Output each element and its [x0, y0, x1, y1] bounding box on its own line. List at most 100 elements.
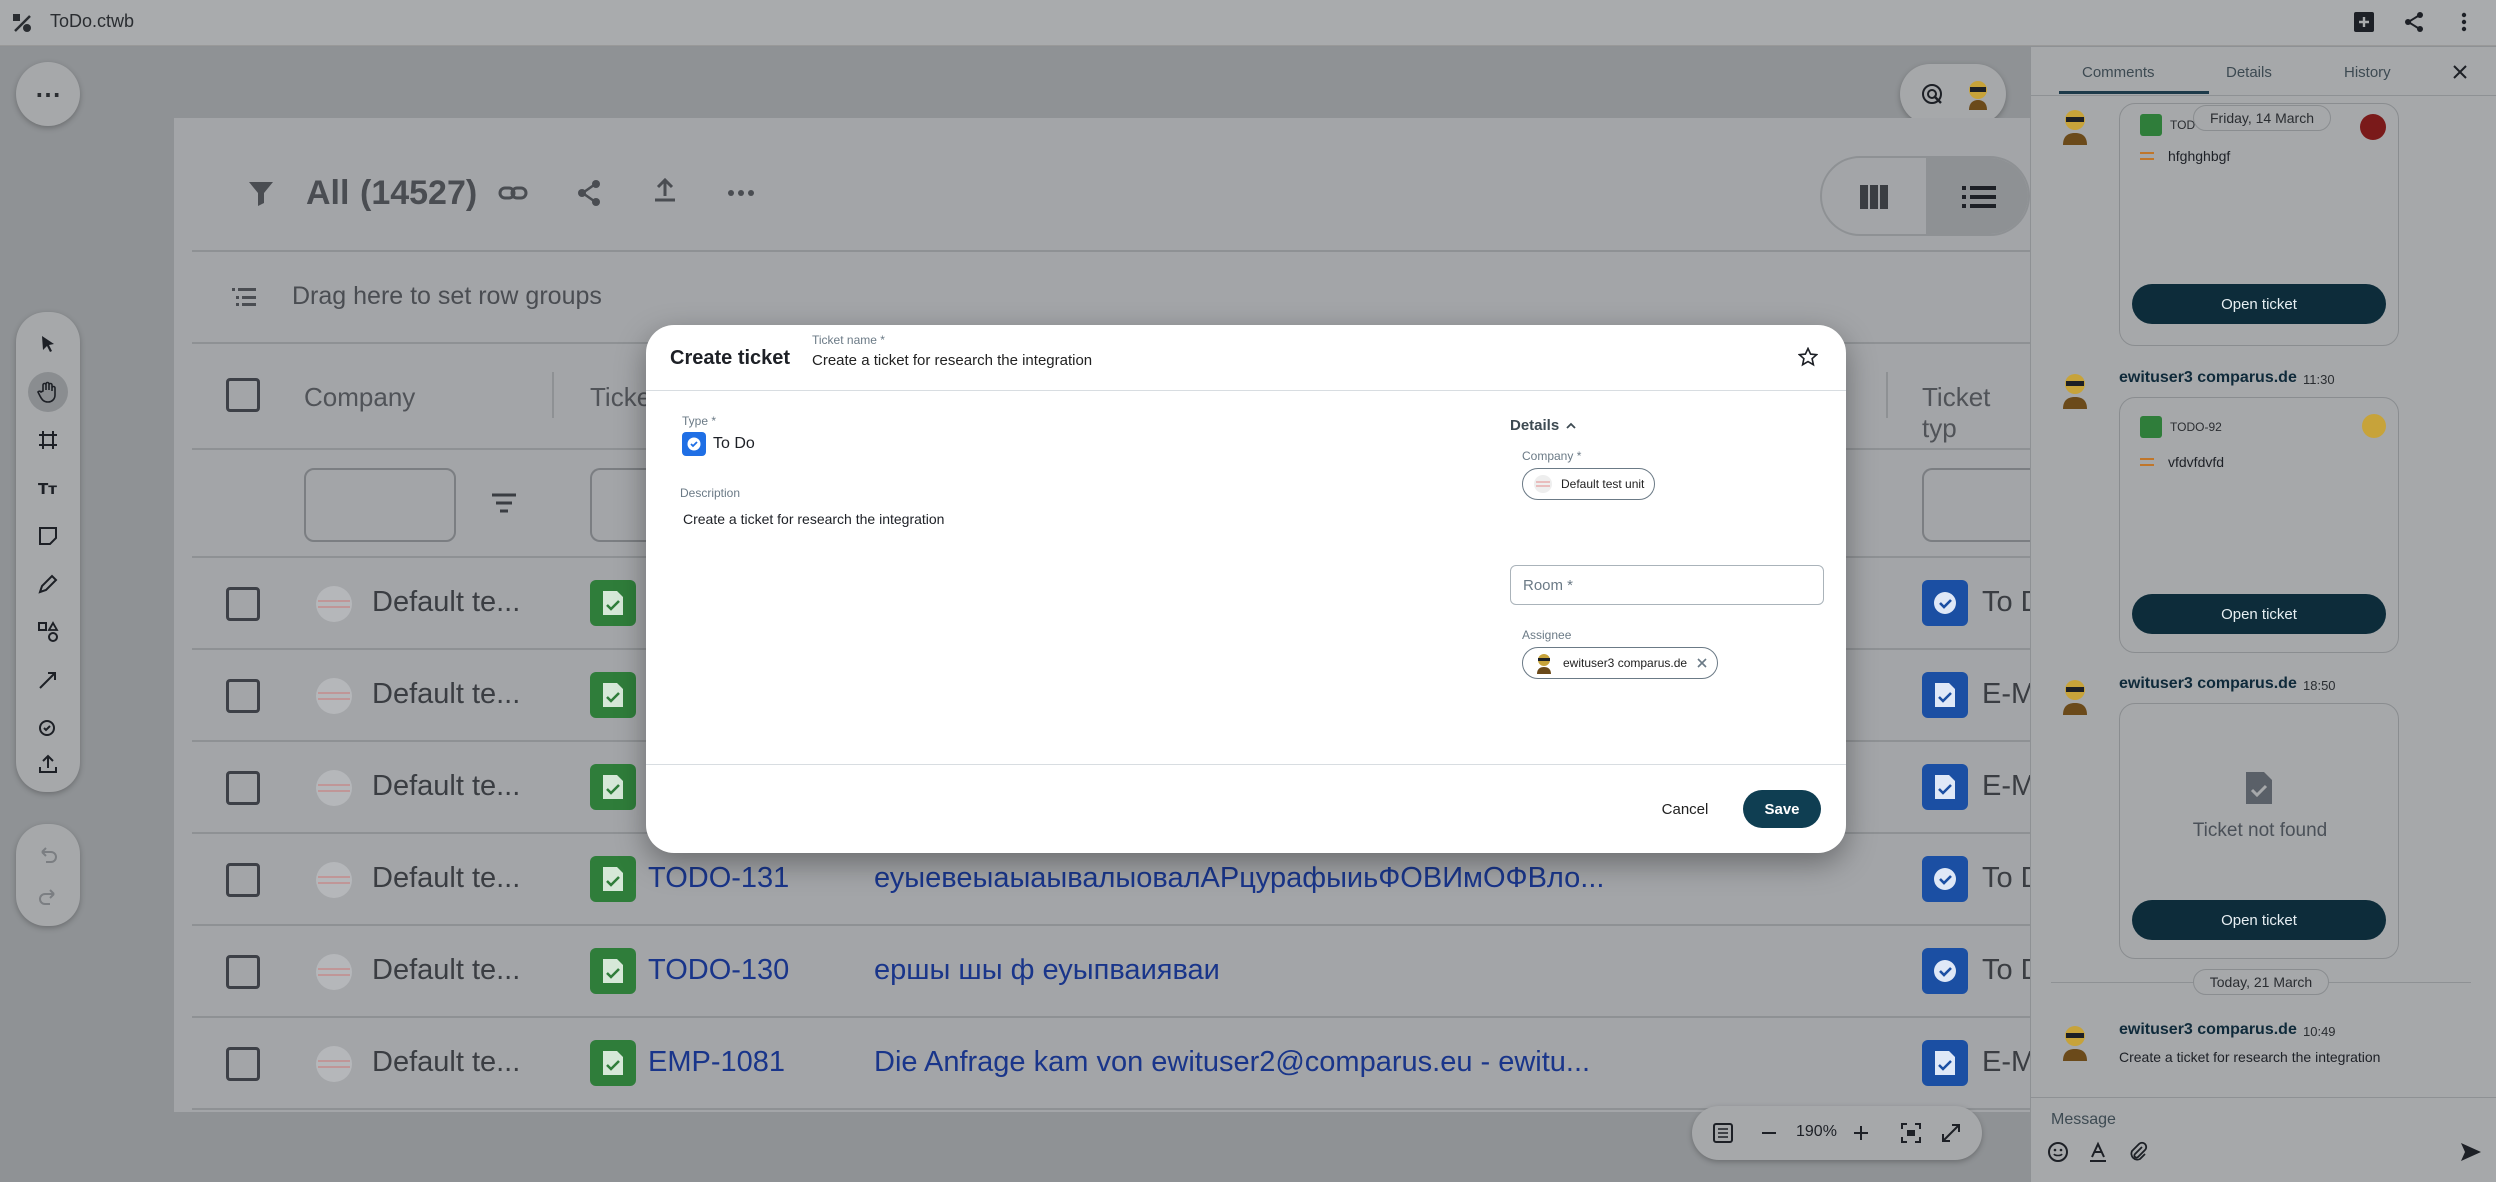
connector-tool-icon[interactable]: [28, 660, 68, 700]
ticket-tool-icon[interactable]: [28, 708, 68, 748]
follow-icon[interactable]: [1920, 82, 1944, 106]
company-label: Company *: [1522, 449, 1582, 463]
tab-details[interactable]: Details: [2226, 64, 2272, 81]
ticket-filter-input[interactable]: [590, 468, 650, 542]
list-view-icon[interactable]: [1926, 158, 2028, 234]
text-format-icon[interactable]: [2087, 1141, 2109, 1163]
room-field[interactable]: Room *: [1510, 565, 1824, 605]
ticket-text: hfghghbgf: [2168, 148, 2231, 164]
canvas-menu-button[interactable]: ⋯: [16, 62, 80, 126]
open-ticket-button[interactable]: Open ticket: [2132, 900, 2386, 940]
type-filter-input[interactable]: [1922, 468, 2030, 542]
row-checkbox[interactable]: [226, 587, 260, 621]
chevron-up-icon[interactable]: [1564, 419, 1578, 433]
tool-palette: Tт: [16, 312, 80, 792]
type-select[interactable]: To Do: [713, 435, 755, 453]
shapes-tool-icon[interactable]: [28, 612, 68, 652]
description-input[interactable]: Create a ticket for research the integra…: [683, 511, 1483, 527]
kebab-menu-icon[interactable]: [2452, 10, 2476, 34]
ticket-title-link[interactable]: Die Anfrage kam von ewituser2@comparus.e…: [874, 1046, 1590, 1079]
details-toggle[interactable]: Details: [1510, 417, 1559, 434]
tab-history[interactable]: History: [2344, 64, 2391, 81]
open-ticket-button[interactable]: Open ticket: [2132, 594, 2386, 634]
comment-user-avatar: [2360, 114, 2386, 140]
table-row[interactable]: Default te... EMP-1081 Die Anfrage kam v…: [174, 1018, 2035, 1110]
column-header-ticket-type[interactable]: Ticket typ: [1922, 382, 2030, 444]
attachment-icon[interactable]: [2127, 1141, 2149, 1163]
tab-comments[interactable]: Comments: [2082, 64, 2155, 81]
sticky-note-tool-icon[interactable]: [28, 516, 68, 556]
row-checkbox[interactable]: [226, 863, 260, 897]
table-row[interactable]: Default te... TODO-130 ершы шы ф еуыпваи…: [174, 926, 2042, 1018]
emoji-icon[interactable]: [2047, 1141, 2069, 1163]
email-doc-icon: [1922, 672, 1968, 718]
zoom-in-icon[interactable]: [1850, 1122, 1872, 1144]
comment-author: ewituser3 comparus.de: [2119, 1021, 2297, 1038]
select-tool-icon[interactable]: [28, 324, 68, 364]
share-icon[interactable]: [2402, 10, 2426, 34]
column-header-company[interactable]: Company: [304, 382, 415, 413]
zoom-out-icon[interactable]: [1758, 1122, 1780, 1144]
company-chip[interactable]: Default test unit: [1522, 468, 1656, 500]
minimap-icon[interactable]: [1712, 1122, 1734, 1144]
description-label: Description: [680, 486, 741, 500]
company-filter-input[interactable]: [304, 468, 456, 542]
assignee-chip-label: ewituser3 comparus.de: [1563, 656, 1688, 670]
hand-tool-icon[interactable]: [28, 372, 68, 412]
row-checkbox[interactable]: [226, 771, 260, 805]
remove-assignee-icon[interactable]: [1695, 656, 1709, 670]
ticket-id-link[interactable]: TODO-130: [648, 954, 789, 987]
column-header-ticket[interactable]: Ticke: [590, 382, 651, 413]
close-icon[interactable]: [2449, 61, 2471, 83]
comment-time: 10:49: [2303, 1024, 2336, 1039]
ticket-id-link[interactable]: TODO-131: [648, 862, 789, 895]
send-icon[interactable]: [2459, 1141, 2483, 1163]
undo-icon[interactable]: [28, 834, 68, 874]
export-icon[interactable]: [650, 176, 680, 206]
ticket-title-link[interactable]: еуыевеыаыаывалыовалАРцурафыиьФОВИмОФВло.…: [874, 862, 1604, 895]
column-divider[interactable]: [1886, 372, 1888, 418]
message-input[interactable]: Message: [2051, 1111, 2471, 1129]
ticket-not-found: Ticket not found: [2192, 820, 2328, 841]
room-placeholder: Room *: [1523, 577, 1574, 594]
select-all-checkbox[interactable]: [226, 378, 260, 412]
cancel-button[interactable]: Cancel: [1640, 790, 1730, 828]
row-checkbox[interactable]: [226, 1047, 260, 1081]
ticket-name-input[interactable]: Create a ticket for research the integra…: [812, 352, 1712, 369]
user-avatar[interactable]: [1958, 74, 1998, 114]
todo-check-icon: [1922, 856, 1968, 902]
ticket-title-link[interactable]: ершы шы ф еуыпваияваи: [874, 954, 1220, 987]
assignee-avatar: [1537, 654, 1551, 674]
filter-icon[interactable]: [246, 178, 276, 208]
board-more-icon[interactable]: [726, 178, 756, 208]
ticket-id-link[interactable]: EMP-1081: [648, 1046, 785, 1079]
company-cell: Default te...: [372, 770, 521, 802]
link-icon[interactable]: [498, 178, 528, 208]
open-ticket-button[interactable]: Open ticket: [2132, 284, 2386, 324]
favorite-star-icon[interactable]: [1798, 347, 1818, 367]
divider: [192, 250, 2030, 252]
filter-title: All: [306, 174, 350, 212]
ticket-type-cell: E-M: [1982, 1046, 2036, 1078]
row-checkbox[interactable]: [226, 955, 260, 989]
ticket-doc-icon: [590, 948, 636, 994]
add-note-icon[interactable]: [2352, 10, 2376, 34]
board-share-icon[interactable]: [574, 178, 604, 208]
columns-view-icon[interactable]: [1822, 158, 1926, 234]
fullscreen-icon[interactable]: [1940, 1122, 1962, 1144]
frame-tool-icon[interactable]: [28, 420, 68, 460]
company-cell: Default te...: [372, 678, 521, 710]
text-tool-icon[interactable]: Tт: [28, 468, 68, 508]
redo-icon[interactable]: [28, 876, 68, 916]
save-button[interactable]: Save: [1743, 790, 1821, 828]
fit-screen-icon[interactable]: [1900, 1122, 1922, 1144]
pen-tool-icon[interactable]: [28, 564, 68, 604]
upload-tool-icon[interactable]: [28, 744, 68, 784]
assignee-chip[interactable]: ewituser3 comparus.de: [1522, 647, 1719, 679]
row-checkbox[interactable]: [226, 679, 260, 713]
ticket-doc-icon: [590, 580, 636, 626]
zoom-level[interactable]: 190%: [1796, 1123, 1837, 1141]
column-divider[interactable]: [552, 372, 554, 418]
row-group-hint[interactable]: Drag here to set row groups: [292, 282, 602, 311]
filter-options-icon[interactable]: [490, 492, 518, 514]
